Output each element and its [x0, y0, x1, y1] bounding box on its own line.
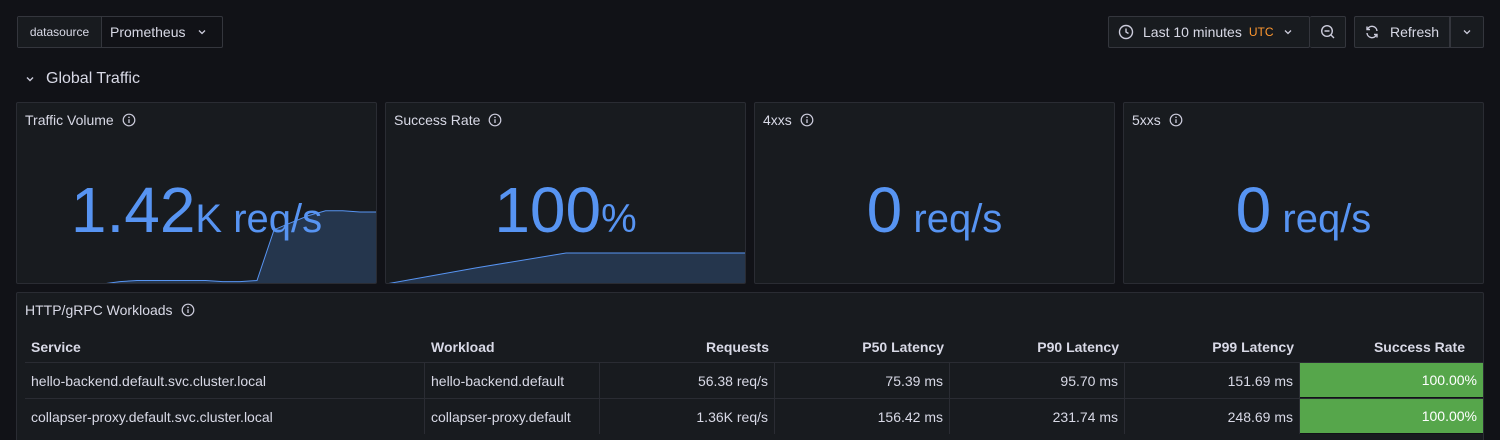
info-icon[interactable]	[122, 113, 136, 127]
info-icon[interactable]	[488, 113, 502, 127]
time-range-picker[interactable]: Last 10 minutes UTC	[1108, 16, 1310, 48]
stat-number: 1.42	[70, 174, 196, 246]
cell-service[interactable]: collapser-proxy.default.svc.cluster.loca…	[25, 399, 425, 434]
chevron-down-icon	[1462, 27, 1472, 37]
info-icon[interactable]	[1169, 113, 1183, 127]
column-header-service[interactable]: Service	[25, 329, 425, 365]
cell-requests: 1.36K req/s	[600, 399, 775, 434]
row-header-global-traffic[interactable]: Global Traffic	[24, 68, 140, 90]
stat-value: 100%	[386, 175, 745, 245]
panel-header: Success Rate	[394, 111, 502, 129]
panel-title: HTTP/gRPC Workloads	[25, 302, 173, 318]
cell-p50: 156.42 ms	[775, 399, 950, 434]
stat-suffix: K	[195, 197, 223, 241]
column-header-p50[interactable]: P50 Latency	[775, 329, 950, 365]
panel-title: Traffic Volume	[25, 112, 114, 128]
stat-unit: req/s	[1271, 197, 1372, 241]
row-title: Global Traffic	[46, 70, 140, 87]
cell-workload[interactable]: collapser-proxy.default	[425, 399, 600, 434]
panel-success-rate: Success Rate 100%	[385, 102, 746, 284]
stat-unit: req/s	[222, 197, 323, 241]
table-row: hello-backend.default.svc.cluster.local …	[25, 362, 1483, 398]
panel-header: 5xxs	[1132, 111, 1183, 129]
cell-p90: 95.70 ms	[950, 363, 1125, 398]
cell-requests: 56.38 req/s	[600, 363, 775, 398]
column-header-p99[interactable]: P99 Latency	[1125, 329, 1300, 365]
chevron-down-icon	[1283, 27, 1293, 37]
panel-4xxs: 4xxs 0 req/s	[754, 102, 1115, 284]
column-header-requests[interactable]: Requests	[600, 329, 775, 365]
zoom-out-icon	[1320, 24, 1336, 40]
panel-traffic-volume: Traffic Volume 1.42K req/s	[16, 102, 377, 284]
cell-p99: 248.69 ms	[1125, 399, 1300, 434]
cell-success-rate: 100.00%	[1300, 399, 1483, 434]
panel-5xxs: 5xxs 0 req/s	[1123, 102, 1484, 284]
panel-header: HTTP/gRPC Workloads	[25, 301, 195, 319]
cell-p50: 75.39 ms	[775, 363, 950, 398]
zoom-out-button[interactable]	[1310, 16, 1346, 48]
refresh-label: Refresh	[1390, 24, 1440, 40]
cell-p99: 151.69 ms	[1125, 363, 1300, 398]
stat-value: 0 req/s	[755, 175, 1114, 245]
column-header-workload[interactable]: Workload	[425, 329, 600, 365]
cell-service[interactable]: hello-backend.default.svc.cluster.local	[25, 363, 425, 398]
datasource-label: datasource	[18, 17, 102, 47]
panel-title: 4xxs	[763, 112, 792, 128]
clock-icon	[1118, 24, 1134, 40]
refresh-interval-dropdown[interactable]	[1450, 16, 1484, 48]
cell-workload[interactable]: hello-backend.default	[425, 363, 600, 398]
panel-header: Traffic Volume	[25, 111, 136, 129]
table-row: collapser-proxy.default.svc.cluster.loca…	[25, 398, 1483, 434]
refresh-button[interactable]: Refresh	[1354, 16, 1450, 48]
datasource-picker: datasource Prometheus	[17, 16, 223, 48]
info-icon[interactable]	[181, 303, 195, 317]
stat-number: 0	[866, 174, 903, 246]
stat-unit: %	[601, 197, 637, 241]
column-header-p90[interactable]: P90 Latency	[950, 329, 1125, 365]
stat-number: 100	[494, 174, 602, 246]
cell-success-rate: 100.00%	[1300, 363, 1483, 398]
column-header-success-rate[interactable]: Success Rate	[1300, 329, 1483, 365]
info-icon[interactable]	[800, 113, 814, 127]
refresh-icon	[1364, 24, 1380, 40]
timezone-label: UTC	[1248, 25, 1274, 39]
stat-value: 0 req/s	[1124, 175, 1483, 245]
chevron-down-icon	[197, 24, 207, 40]
stat-number: 0	[1235, 174, 1272, 246]
chevron-down-icon	[24, 73, 36, 85]
datasource-value: Prometheus	[110, 24, 186, 40]
time-range-label: Last 10 minutes	[1143, 24, 1242, 40]
table-header: Service Workload Requests P50 Latency P9…	[25, 329, 1483, 365]
cell-p90: 231.74 ms	[950, 399, 1125, 434]
panel-title: Success Rate	[394, 112, 481, 128]
stat-value: 1.42K req/s	[17, 175, 376, 245]
panel-header: 4xxs	[763, 111, 814, 129]
panel-title: 5xxs	[1132, 112, 1161, 128]
datasource-select[interactable]: Prometheus	[102, 17, 222, 47]
stat-unit: req/s	[902, 197, 1003, 241]
success-sparkline-area	[391, 253, 745, 283]
